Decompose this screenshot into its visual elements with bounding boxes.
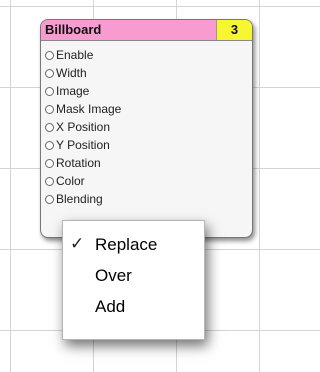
port-blending[interactable]: Blending [41,191,241,208]
menu-item-label: Replace [95,235,158,254]
port-enable[interactable]: Enable [41,47,241,64]
port-label: Enable [56,48,94,62]
patch-index-badge: 3 [216,20,252,40]
port-circle-icon[interactable] [45,177,54,186]
port-label: Color [56,174,85,188]
port-label: Y Position [56,138,110,152]
port-circle-icon[interactable] [45,69,54,78]
port-x-position[interactable]: X Position [41,119,241,136]
port-label: Image [56,84,90,98]
patch-title: Billboard [45,22,102,37]
port-circle-icon[interactable] [45,51,54,60]
port-label: Mask Image [56,102,122,116]
port-y-position[interactable]: Y Position [41,137,241,154]
port-circle-icon[interactable] [45,87,54,96]
menu-item-label: Add [95,297,126,316]
port-label: Rotation [56,156,101,170]
menu-item-replace[interactable]: ✓ Replace [63,233,204,257]
port-label: X Position [56,120,111,134]
port-circle-icon[interactable] [45,141,54,150]
port-circle-icon[interactable] [45,105,54,114]
menu-item-over[interactable]: Over [63,264,204,288]
port-color[interactable]: Color [41,173,241,190]
billboard-patch[interactable]: Billboard 3 Enable Width Image Mask Imag… [40,19,253,238]
menu-item-add[interactable]: Add [63,295,204,319]
port-rotation[interactable]: Rotation [41,155,241,172]
checkmark-icon: ✓ [70,234,85,254]
port-circle-icon[interactable] [45,159,54,168]
port-circle-icon[interactable] [45,195,54,204]
menu-item-label: Over [95,266,132,285]
port-width[interactable]: Width [41,65,241,82]
patch-header[interactable]: Billboard 3 [41,20,252,41]
port-circle-icon[interactable] [45,123,54,132]
port-label: Width [56,66,87,80]
port-label: Blending [56,192,103,206]
port-image[interactable]: Image [41,83,241,100]
port-mask-image[interactable]: Mask Image [41,101,241,118]
blending-popup-menu[interactable]: ✓ Replace Over Add [62,220,205,340]
